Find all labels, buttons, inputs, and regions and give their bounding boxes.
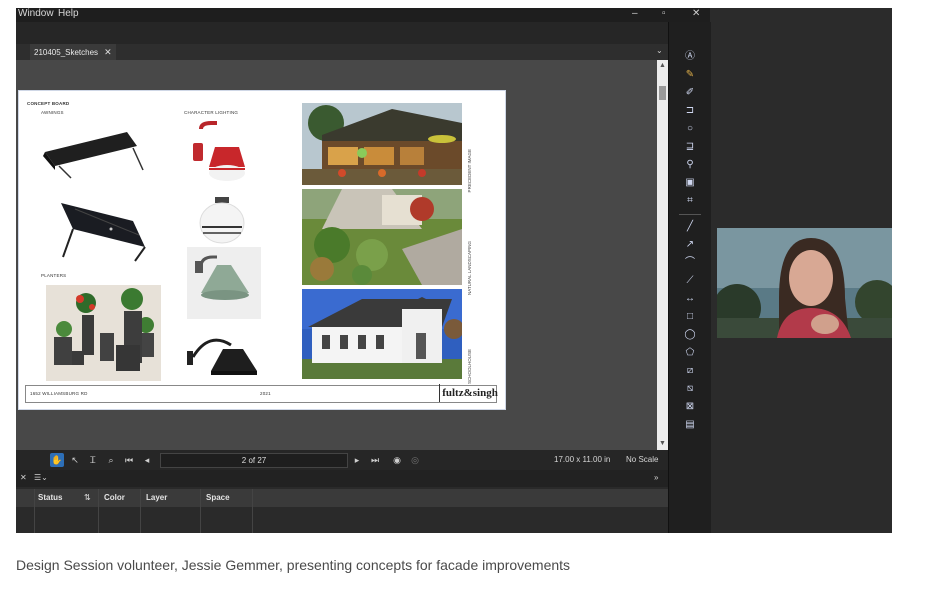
board-footer: 1652 WILLIAMSBURG RD 2021 (25, 385, 497, 403)
awning-image-2 (61, 203, 146, 262)
schoolhouse-photo (302, 289, 462, 379)
image-tool-icon[interactable]: ▣ (683, 176, 697, 190)
expand-panel-icon[interactable]: » (654, 473, 658, 482)
sketch-tool-icon[interactable]: ▤ (683, 418, 697, 432)
crop-tool-icon[interactable]: ⌗ (683, 194, 697, 208)
natural-landscaping-photo (302, 189, 462, 285)
planters-label: PLANTERS (41, 273, 67, 278)
close-window-icon[interactable]: ✕ (692, 8, 700, 20)
awnings-label: AWNINGS (41, 110, 64, 115)
menu-bar: Window Help – ▫ ✕ (16, 8, 710, 22)
character-lighting-label: CHARACTER LIGHTING (184, 110, 239, 115)
line-tool-icon[interactable]: ╱ (683, 220, 697, 234)
green-pendant-light-image (187, 247, 261, 319)
column-space[interactable]: Space (206, 493, 230, 502)
tools-panel: Ⓐ ✎ ✐ ⊐ ○ ⊒ ⚲ ▣ ⌗ ╱ ↗ ⌒ ⟋ ↔ □ ◯ ⬠ ⧄ ⧅ ⊠ … (668, 22, 711, 533)
forward-view-icon[interactable]: ◎ (408, 453, 422, 467)
back-view-icon[interactable]: ◉ (390, 453, 404, 467)
select-tool-icon[interactable]: ↖ (68, 453, 82, 467)
menu-window[interactable]: Window (18, 8, 54, 20)
column-layer[interactable]: Layer (146, 493, 167, 502)
arrow-tool-icon[interactable]: ↗ (683, 238, 697, 252)
stamp-tool-icon[interactable]: ⚲ (683, 158, 697, 172)
restore-icon[interactable]: ▫ (662, 8, 666, 20)
vertical-scrollbar[interactable]: ▲ ▼ (657, 60, 668, 450)
dimension-tool-icon[interactable]: ↔ (683, 292, 697, 306)
sort-icon[interactable]: ⇅ (84, 493, 91, 502)
text-box-tool-icon[interactable]: Ⓐ (683, 50, 697, 64)
schoolhouse-label: SCHOOLHOUSE (467, 349, 472, 385)
presenter-webcam (717, 228, 892, 338)
schoolhouse-light-image (199, 197, 245, 244)
year-text: 2021 (260, 391, 271, 396)
text-select-icon[interactable]: Ꮖ (86, 453, 100, 467)
red-barn-light-image (193, 121, 245, 181)
photo-caption: Design Session volunteer, Jessie Gemmer,… (16, 557, 571, 573)
previous-page-icon[interactable]: ◂ (140, 453, 154, 467)
concept-board-page: CONCEPT BOARD AWNINGS CHARACTER LIGHTING… (18, 90, 506, 410)
markups-column-header: Status ⇅ Color Layer Space (16, 489, 668, 507)
tab-list-chevron-icon[interactable]: ⌄ (656, 44, 663, 58)
precedent-image-label: PRECEDENT IMAGE (467, 149, 472, 193)
list-options-icon[interactable]: ☰⌄ (34, 473, 48, 482)
toolbar-strip (16, 22, 668, 44)
tab-210405-sketches[interactable]: 210405_Sketches ✕ (30, 44, 116, 60)
precedent-storefront-photo (302, 103, 462, 185)
tab-label: 210405_Sketches (34, 48, 99, 57)
menu-help[interactable]: Help (58, 8, 79, 20)
arc-tool-icon[interactable]: ⌒ (683, 256, 697, 270)
markups-list-panel: ✕ ☰⌄ » Status ⇅ Color Layer Space (16, 470, 668, 533)
circle-tool-icon[interactable]: ○ (683, 122, 697, 136)
polyline-tool-icon[interactable]: ⟋ (683, 274, 697, 288)
rectangle-tool-icon[interactable]: □ (683, 310, 697, 324)
natural-landscaping-label: NATURAL LANDSCAPING (467, 241, 472, 296)
scroll-thumb[interactable] (659, 86, 666, 100)
pan-tool-icon[interactable]: ✋ (50, 453, 64, 467)
planters-photo (46, 285, 161, 381)
page-size-text: 17.00 x 11.00 in (554, 455, 611, 464)
highlighter-tool-icon[interactable]: ✎ (683, 68, 697, 82)
board-title: CONCEPT BOARD (27, 101, 70, 106)
note-tool-icon[interactable]: ⊒ (683, 140, 697, 154)
scroll-up-icon[interactable]: ▲ (659, 62, 666, 69)
document-viewer[interactable]: CONCEPT BOARD AWNINGS CHARACTER LIGHTING… (16, 60, 657, 450)
ellipse-tool-icon[interactable]: ◯ (683, 328, 697, 342)
address-text: 1652 WILLIAMSBURG RD (30, 391, 88, 396)
column-color[interactable]: Color (104, 493, 125, 502)
zoom-icon[interactable]: ⌕ (104, 453, 118, 467)
scroll-down-icon[interactable]: ▼ (659, 440, 666, 447)
pen-tool-icon[interactable]: ✐ (683, 86, 697, 100)
scale-text[interactable]: No Scale (626, 455, 658, 464)
last-page-icon[interactable]: ⏭ (368, 453, 382, 467)
column-status[interactable]: Status (38, 493, 62, 502)
document-tab-bar: 210405_Sketches ✕ ⌄ (16, 44, 668, 61)
close-tab-icon[interactable]: ✕ (104, 47, 112, 57)
callout-tool-icon[interactable]: ⊐ (683, 104, 697, 118)
gooseneck-light-image (187, 338, 257, 375)
markups-panel-toolbar: ✕ ☰⌄ » (16, 470, 668, 487)
measure-area-tool-icon[interactable]: ⧄ (683, 364, 697, 378)
next-page-icon[interactable]: ▸ (350, 453, 364, 467)
polygon-tool-icon[interactable]: ⬠ (683, 346, 697, 360)
hatch-tool-icon[interactable]: ⧅ (683, 382, 697, 396)
markup-group-tool-icon[interactable]: ⊠ (683, 400, 697, 414)
screen-share-frame: Window Help – ▫ ✕ 210405_Sketches ✕ ⌄ CON… (16, 8, 892, 533)
awning-image-1 (43, 132, 144, 179)
page-number-field[interactable]: 2 of 27 (160, 453, 348, 468)
close-panel-icon[interactable]: ✕ (20, 473, 27, 482)
status-bar: ✋ ↖ Ꮖ ⌕ ⏮ ◂ 2 of 27 ▸ ⏭ ◉ ◎ 17.00 x 11.0… (16, 450, 668, 470)
first-page-icon[interactable]: ⏮ (122, 453, 136, 467)
fultz-singh-logo: fultz&singh (439, 384, 500, 402)
minimize-icon[interactable]: – (632, 8, 638, 20)
